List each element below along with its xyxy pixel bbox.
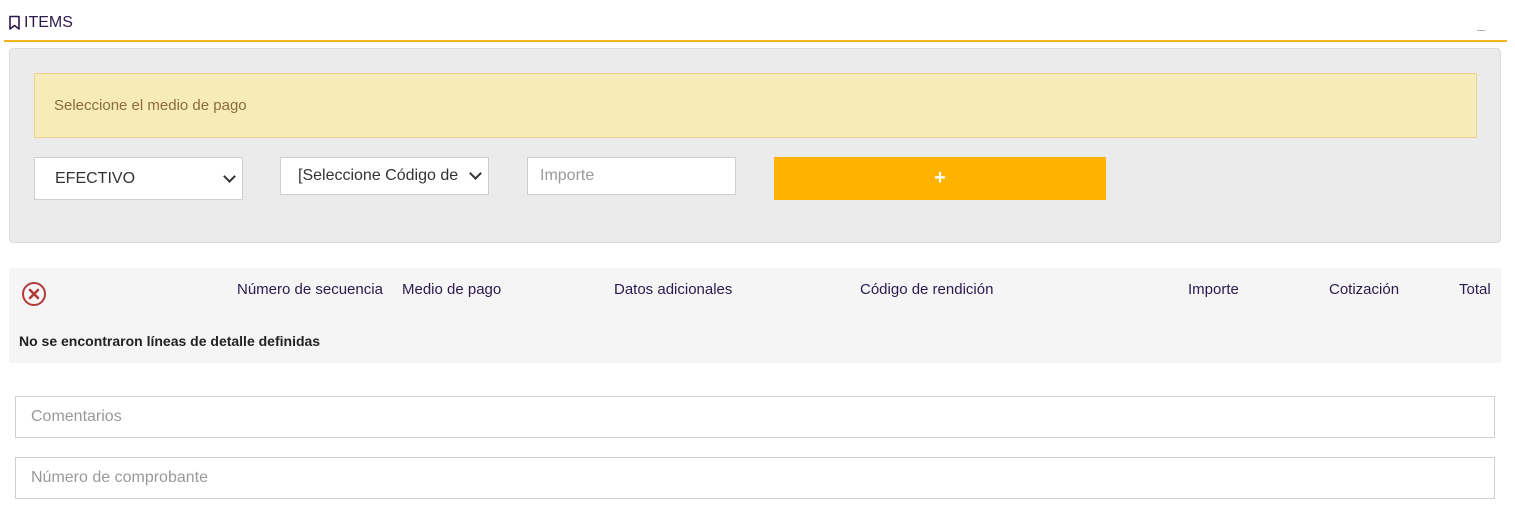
codigo-rendicion-select[interactable]: [Seleccione Código de <box>280 157 489 195</box>
bookmark-icon <box>8 15 21 31</box>
empty-table-message: No se encontraron líneas de detalle defi… <box>19 333 321 349</box>
column-header-codigo-rendicion: Código de rendición <box>860 281 994 298</box>
column-header-datos-adicionales: Datos adicionales <box>614 281 733 298</box>
medio-pago-selected: EFECTIVO <box>55 169 136 187</box>
x-circle-icon[interactable] <box>21 281 47 307</box>
column-header-medio-pago: Medio de pago <box>402 281 502 298</box>
chevron-down-icon <box>223 169 236 183</box>
payment-alert: Seleccione el medio de pago <box>34 73 1477 138</box>
column-header-secuencia: Número de secuencia <box>237 281 383 298</box>
column-header-cotizacion: Cotización <box>1329 281 1400 298</box>
comentarios-input[interactable] <box>15 396 1495 438</box>
numero-comprobante-input[interactable] <box>15 457 1495 499</box>
codigo-selected: [Seleccione Código de <box>298 167 458 184</box>
section-title: ITEMS <box>8 14 73 32</box>
section-header: ITEMS _ <box>4 8 1507 42</box>
importe-input[interactable] <box>527 157 736 195</box>
column-header-importe: Importe <box>1188 281 1239 298</box>
minimize-button[interactable]: _ <box>1477 16 1485 30</box>
medio-pago-select[interactable]: EFECTIVO <box>34 157 243 200</box>
payment-table: Número de secuencia Medio de pago Datos … <box>9 268 1501 363</box>
add-payment-button[interactable]: + <box>774 157 1106 200</box>
section-title-text: ITEMS <box>24 14 73 31</box>
column-header-total: Total <box>1459 281 1491 298</box>
payment-panel: Seleccione el medio de pago EFECTIVO [Se… <box>9 48 1501 243</box>
chevron-down-icon <box>469 167 482 180</box>
